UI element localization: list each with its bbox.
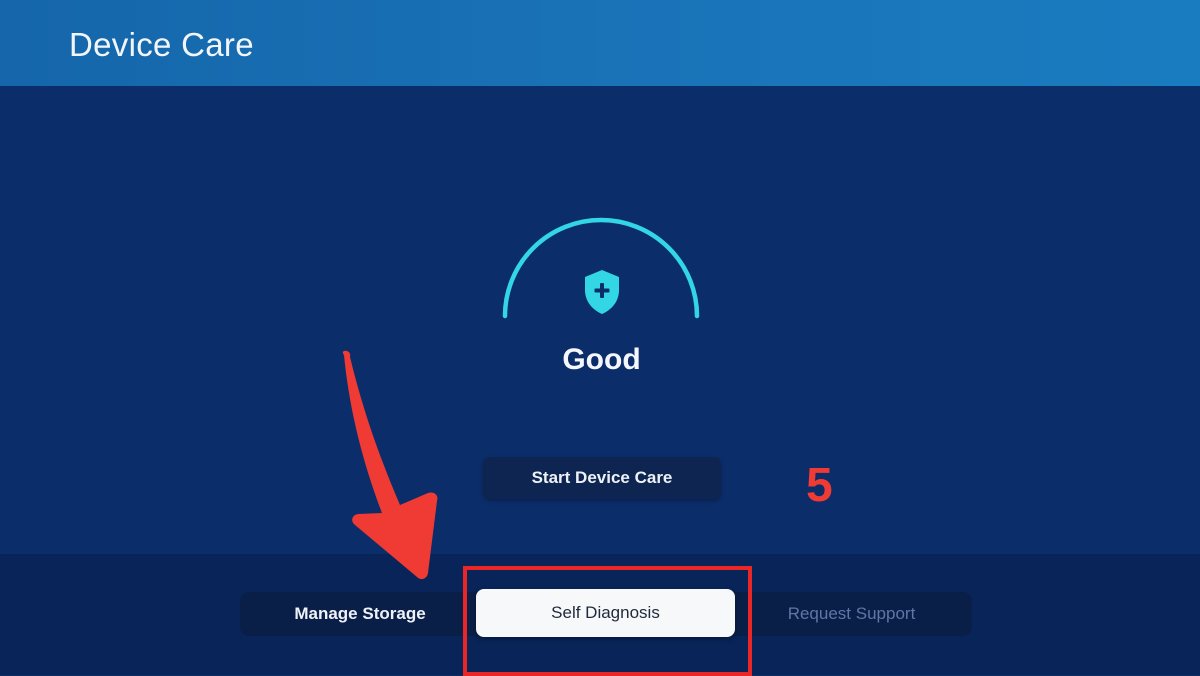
device-status-label: Good (562, 343, 641, 376)
highlight-annotation-box (463, 566, 752, 676)
page-title: Device Care (69, 26, 254, 63)
start-device-care-button[interactable]: Start Device Care (483, 457, 721, 499)
pointer-arrow-icon (342, 350, 438, 580)
shield-plus-icon (585, 270, 619, 314)
tab-request-support[interactable]: Request Support (735, 592, 968, 636)
tab-manage-storage[interactable]: Manage Storage (240, 592, 480, 636)
step-number-annotation: 5 (806, 459, 833, 512)
app-header: Device Care (0, 0, 1200, 86)
